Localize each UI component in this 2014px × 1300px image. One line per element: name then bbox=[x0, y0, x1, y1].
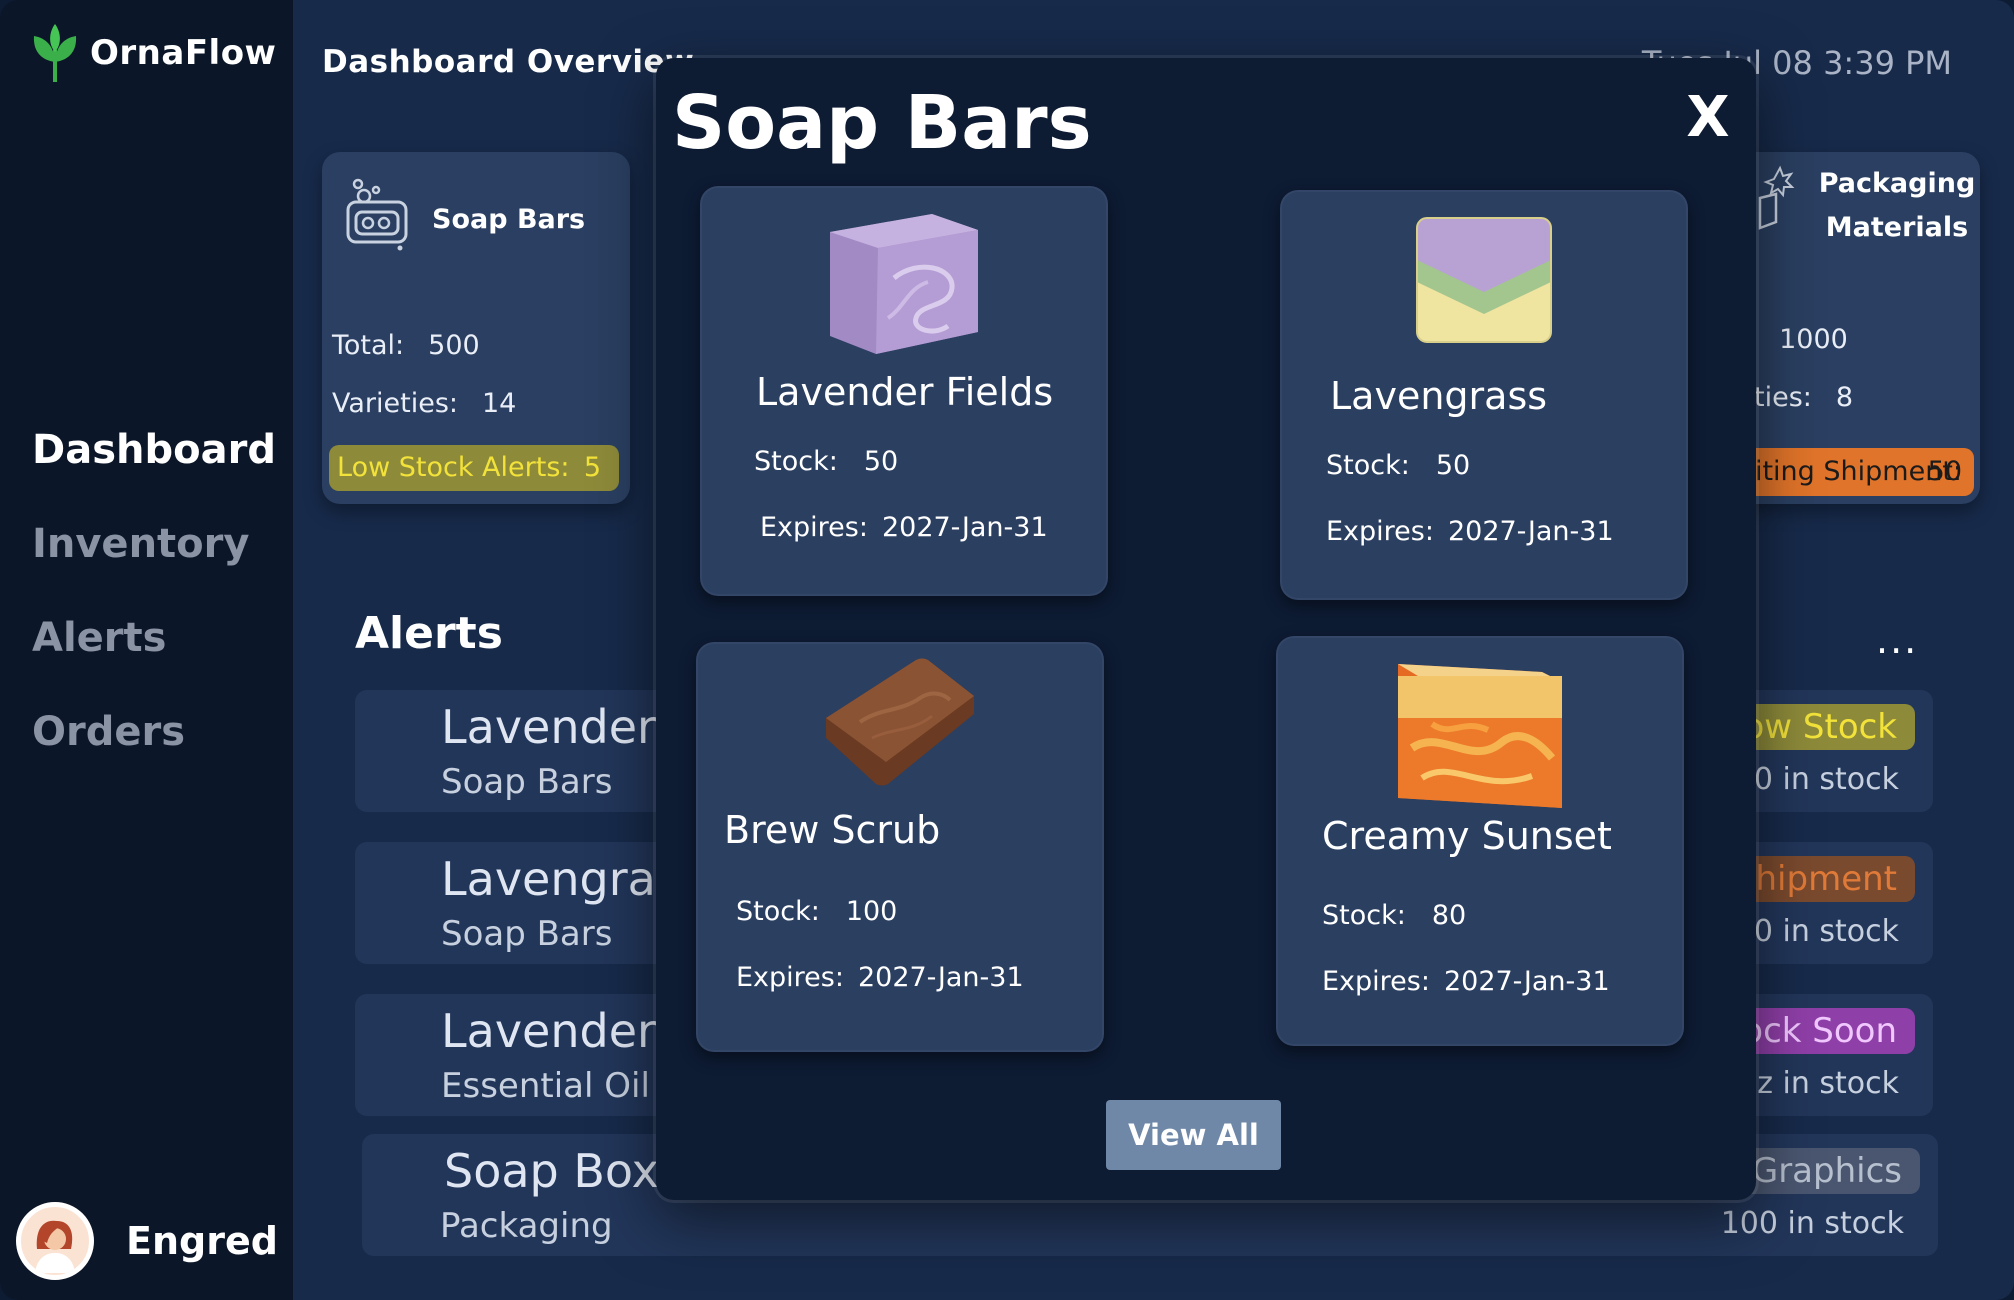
low-stock-label: Low Stock Alerts: bbox=[337, 452, 570, 483]
sidebar-item-dashboard[interactable]: Dashboard bbox=[32, 420, 276, 514]
product-name: Creamy Sunset bbox=[1322, 814, 1612, 858]
stock-label: Stock: bbox=[1326, 450, 1410, 481]
expires-value: 2027-Jan-31 bbox=[881, 512, 1048, 543]
alert-item-name: Soap Box bbox=[444, 1144, 659, 1198]
avatar[interactable] bbox=[16, 1202, 94, 1280]
product-name: Brew Scrub bbox=[724, 808, 941, 852]
close-icon[interactable]: X bbox=[1683, 88, 1733, 148]
stock-label: Stock: bbox=[754, 446, 838, 477]
product-card-lavender-fields[interactable]: Lavender Fields Stock: 50 Expires: 2027-Ja… bbox=[700, 186, 1108, 596]
product-stock: Stock: 50 bbox=[1326, 450, 1470, 481]
product-stock: Stock: 80 bbox=[1322, 900, 1466, 931]
product-expiry: Expires: 2027-Jan-31 bbox=[1326, 516, 1614, 547]
sidebar-nav: Dashboard Inventory Alerts Orders bbox=[32, 420, 276, 796]
sidebar-item-orders[interactable]: Orders bbox=[32, 702, 276, 796]
alert-stock-text: 50 in stock bbox=[1734, 914, 1899, 949]
summary-card-soap-bars[interactable]: Soap Bars Total: 500 Varieties: 14 Low Sto… bbox=[322, 152, 630, 504]
user-avatar-icon bbox=[23, 1209, 87, 1273]
product-expiry: Expires: 2027-Jan-31 bbox=[1322, 966, 1610, 997]
stock-label: Stock: bbox=[736, 896, 820, 927]
sidebar-item-alerts[interactable]: Alerts bbox=[32, 608, 276, 702]
total-stat: Total: 500 bbox=[332, 330, 480, 361]
varieties-label: ties: bbox=[1754, 382, 1812, 413]
varieties-value: 14 bbox=[482, 388, 517, 419]
product-card-brew-scrub[interactable]: Brew Scrub Stock: 100 Expires: 2027-Jan-31 bbox=[696, 642, 1104, 1052]
total-stat: :1000 bbox=[1746, 324, 1848, 355]
expires-value: 2027-Jan-31 bbox=[857, 962, 1024, 993]
soap-icon bbox=[344, 176, 414, 256]
modal-title: Soap Bars bbox=[672, 80, 1092, 166]
alert-item-category: Packaging bbox=[440, 1206, 613, 1246]
alert-item-category: Soap Bars bbox=[441, 914, 613, 954]
total-value: 500 bbox=[428, 330, 480, 361]
product-card-creamy-sunset[interactable]: Creamy Sunset Stock: 80 Expires: 2027-Jan-… bbox=[1276, 636, 1684, 1046]
stock-value: 80 bbox=[1431, 900, 1467, 931]
alert-stock-text: 50 in stock bbox=[1734, 762, 1899, 797]
product-stock: Stock: 100 bbox=[736, 896, 897, 927]
page-title: Dashboard Overview bbox=[322, 44, 695, 80]
product-stock: Stock: 50 bbox=[754, 446, 898, 477]
view-all-button[interactable]: View All bbox=[1106, 1100, 1281, 1170]
alert-item-name: Lavender bbox=[441, 1004, 656, 1058]
leaf-icon bbox=[30, 22, 80, 84]
alert-item-category: Soap Bars bbox=[441, 762, 613, 802]
app-name: OrnaFlow bbox=[90, 33, 277, 73]
varieties-value: 8 bbox=[1835, 382, 1854, 413]
alert-stock-text: 100 in stock bbox=[1720, 1206, 1904, 1241]
stock-value: 100 bbox=[845, 896, 898, 927]
product-expiry: Expires: 2027-Jan-31 bbox=[760, 512, 1048, 543]
expires-value: 2027-Jan-31 bbox=[1443, 966, 1610, 997]
lavender-soap-image bbox=[824, 208, 984, 362]
product-name: Lavender Fields bbox=[756, 370, 1054, 414]
creamy-sunset-soap-image bbox=[1392, 658, 1568, 812]
card-title: Packaging Materials bbox=[1818, 168, 1976, 243]
expires-label: Expires: bbox=[1322, 966, 1430, 997]
sidebar: OrnaFlow Dashboard Inventory Alerts Orde… bbox=[0, 0, 293, 1300]
alert-status-badge: Graphics bbox=[1733, 1148, 1920, 1194]
varieties-stat: ties: 8 bbox=[1754, 382, 1853, 413]
low-stock-value: 5 bbox=[583, 452, 601, 483]
sidebar-item-inventory[interactable]: Inventory bbox=[32, 514, 276, 608]
more-options-icon[interactable]: ... bbox=[1876, 618, 1918, 662]
alerts-title: Alerts bbox=[355, 608, 503, 659]
product-card-lavengrass[interactable]: Lavengrass Stock: 50 Expires: 2027-Jan-31 bbox=[1280, 190, 1688, 600]
alert-status-badge: hipment bbox=[1737, 856, 1915, 902]
soap-bars-modal: Soap Bars X Lavender Fields Stock: 50 Exp… bbox=[656, 58, 1756, 1200]
alert-item-name: Lavender bbox=[441, 700, 656, 754]
stock-label: Stock: bbox=[1322, 900, 1406, 931]
card-title: Soap Bars bbox=[432, 204, 586, 235]
packaging-icon bbox=[1756, 162, 1796, 236]
expires-value: 2027-Jan-31 bbox=[1447, 516, 1614, 547]
varieties-label: Varieties: bbox=[332, 388, 458, 419]
expires-label: Expires: bbox=[736, 962, 844, 993]
user-profile[interactable]: Engred bbox=[16, 1202, 278, 1280]
total-value: 1000 bbox=[1779, 324, 1848, 355]
summary-card-packaging[interactable]: Packaging Materials :1000 ties: 8 Awaitin… bbox=[1699, 152, 1980, 504]
stock-value: 50 bbox=[863, 446, 899, 477]
product-expiry: Expires: 2027-Jan-31 bbox=[736, 962, 1024, 993]
varieties-stat: Varieties: 14 bbox=[332, 388, 516, 419]
awaiting-shipment-badge[interactable]: Awaiting Shipment: 50 bbox=[1699, 448, 1974, 496]
low-stock-alert-badge[interactable]: Low Stock Alerts: 5 bbox=[329, 445, 619, 491]
expires-label: Expires: bbox=[1326, 516, 1434, 547]
app-window: OrnaFlow Dashboard Inventory Alerts Orde… bbox=[0, 0, 2014, 1300]
logo[interactable]: OrnaFlow bbox=[30, 22, 276, 84]
alert-item-name: Lavengras bbox=[441, 852, 680, 906]
lavengrass-soap-image bbox=[1409, 212, 1559, 356]
awaiting-shipment-value: 50 bbox=[1927, 456, 1962, 487]
product-name: Lavengrass bbox=[1330, 374, 1548, 418]
expires-label: Expires: bbox=[760, 512, 868, 543]
total-label: Total: bbox=[332, 330, 405, 361]
brew-scrub-soap-image bbox=[820, 652, 980, 796]
alert-item-category: Essential Oil bbox=[441, 1066, 650, 1106]
stock-value: 50 bbox=[1435, 450, 1471, 481]
user-name: Engred bbox=[126, 1219, 278, 1263]
